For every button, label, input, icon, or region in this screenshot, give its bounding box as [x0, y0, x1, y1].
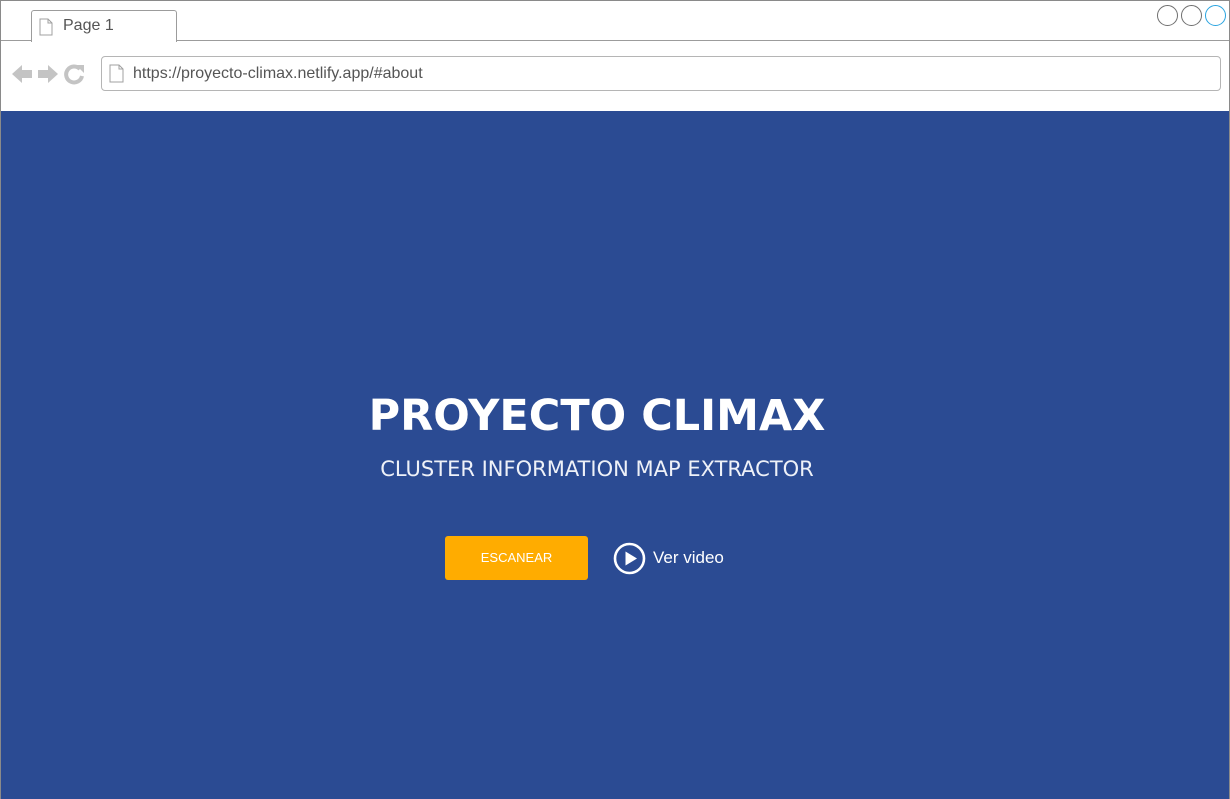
tab-label: Page 1: [63, 17, 114, 34]
back-arrow-icon[interactable]: [11, 63, 33, 85]
maximize-icon[interactable]: [1181, 5, 1202, 26]
hero-subtitle: CLUSTER INFORMATION MAP EXTRACTOR: [380, 457, 814, 481]
hero-title: PROYECTO CLIMAX: [368, 391, 826, 441]
url-text: https://proyecto-climax.netlify.app/#abo…: [133, 65, 423, 82]
tab-page-1[interactable]: Page 1: [31, 10, 177, 42]
close-icon[interactable]: [1205, 5, 1226, 26]
reload-icon[interactable]: [63, 63, 85, 85]
tab-bar: Page 1: [1, 1, 1229, 42]
tab-bar-divider: [1, 40, 1229, 41]
page-icon: [109, 64, 124, 83]
minimize-icon[interactable]: [1157, 5, 1178, 26]
window-controls: [1157, 5, 1226, 26]
navigation-buttons: [11, 63, 85, 85]
address-bar[interactable]: https://proyecto-climax.netlify.app/#abo…: [101, 56, 1221, 91]
browser-toolbar: https://proyecto-climax.netlify.app/#abo…: [1, 42, 1229, 111]
page-icon: [39, 18, 53, 36]
forward-arrow-icon[interactable]: [37, 63, 59, 85]
play-circle-icon: [613, 542, 646, 574]
scan-button[interactable]: ESCANEAR: [445, 536, 588, 580]
video-link-label: Ver video: [653, 548, 724, 567]
watch-video-link[interactable]: Ver video: [613, 541, 724, 575]
hero-section: PROYECTO CLIMAX CLUSTER INFORMATION MAP …: [1, 111, 1229, 799]
browser-window: Page 1 https://proyecto-climax.netlify.a…: [0, 0, 1230, 799]
